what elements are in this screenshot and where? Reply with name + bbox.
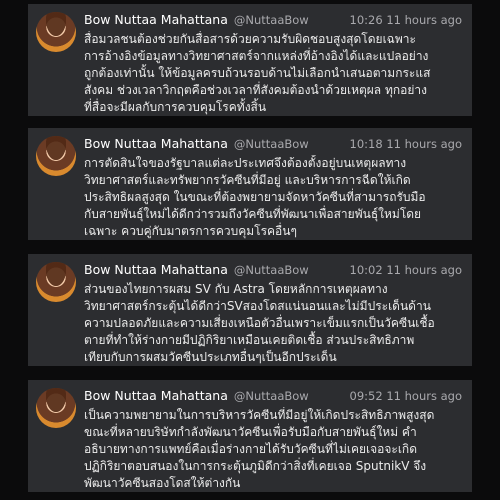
author-name[interactable]: Bow Nuttaa Mahattana — [84, 262, 228, 277]
tweet-timestamp: 10:18 11 hours ago — [349, 137, 462, 151]
author-name[interactable]: Bow Nuttaa Mahattana — [84, 388, 228, 403]
tweet-text: สื่อมวลชนต้องช่วยกันสื่อสารด้วยความรับผิ… — [84, 32, 431, 114]
author-handle[interactable]: @NuttaaBow — [234, 13, 309, 27]
author-handle[interactable]: @NuttaaBow — [234, 389, 309, 403]
author-handle[interactable]: @NuttaaBow — [234, 263, 309, 277]
tweet-timestamp: 09:52 11 hours ago — [349, 389, 462, 403]
tweet-card[interactable]: Bow Nuttaa Mahattana @NuttaaBow 10:26 11… — [28, 4, 472, 116]
tweet-text: การตัดสินใจของรัฐบาลแต่ละประเทศจึงต้องตั… — [84, 156, 426, 238]
tweet-card[interactable]: Bow Nuttaa Mahattana @NuttaaBow 10:18 11… — [28, 128, 472, 240]
tweet-card[interactable]: Bow Nuttaa Mahattana @NuttaaBow 09:52 11… — [28, 380, 472, 492]
tweet-timestamp: 10:26 11 hours ago — [349, 13, 462, 27]
author-name[interactable]: Bow Nuttaa Mahattana — [84, 12, 228, 27]
avatar[interactable] — [36, 12, 76, 52]
author-name[interactable]: Bow Nuttaa Mahattana — [84, 136, 228, 151]
tweet-text: เป็นความพยายามในการบริหารวัคซีนที่มีอยู่… — [84, 408, 435, 490]
avatar[interactable] — [36, 136, 76, 176]
author-handle[interactable]: @NuttaaBow — [234, 137, 309, 151]
tweet-text: ส่วนของไทยการผสม SV กับ Astra โดยหลักการ… — [84, 282, 435, 364]
tweet-timestamp: 10:02 11 hours ago — [349, 263, 462, 277]
avatar[interactable] — [36, 262, 76, 302]
tweet-card[interactable]: Bow Nuttaa Mahattana @NuttaaBow 10:02 11… — [28, 254, 472, 366]
avatar[interactable] — [36, 388, 76, 428]
